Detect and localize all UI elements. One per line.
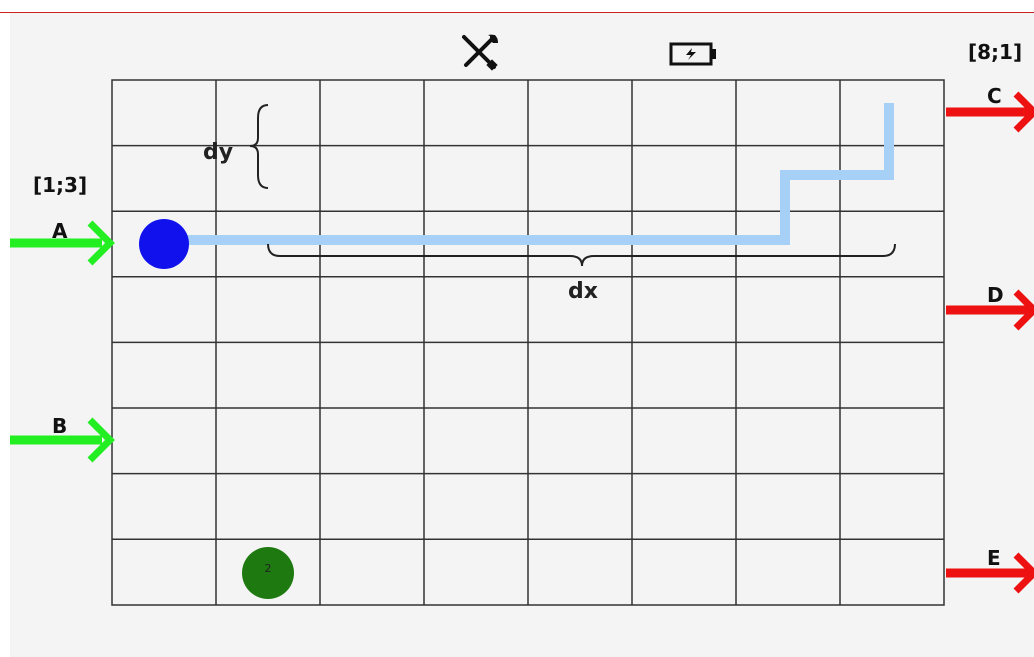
dy-label: dy	[203, 140, 234, 165]
grid	[111, 79, 945, 606]
input-label-a: A	[52, 219, 68, 243]
output-label-c: C	[987, 84, 1002, 108]
end-coord-label: [8;1]	[968, 40, 1023, 64]
input-label-b: B	[52, 414, 68, 438]
stop-marker-label: 2	[264, 562, 272, 575]
planned-path	[164, 103, 894, 245]
dx-label: dx	[568, 279, 598, 304]
dx-brace	[267, 243, 896, 267]
start-coord-label: [1;3]	[33, 173, 88, 197]
tools-icon[interactable]	[462, 34, 498, 71]
grid-diagram	[10, 34, 1034, 606]
output-label-d: D	[987, 283, 1004, 307]
dy-brace	[249, 104, 269, 189]
robot-marker[interactable]	[139, 219, 189, 269]
output-label-e: E	[987, 546, 1001, 570]
battery-charging-icon	[669, 42, 716, 66]
